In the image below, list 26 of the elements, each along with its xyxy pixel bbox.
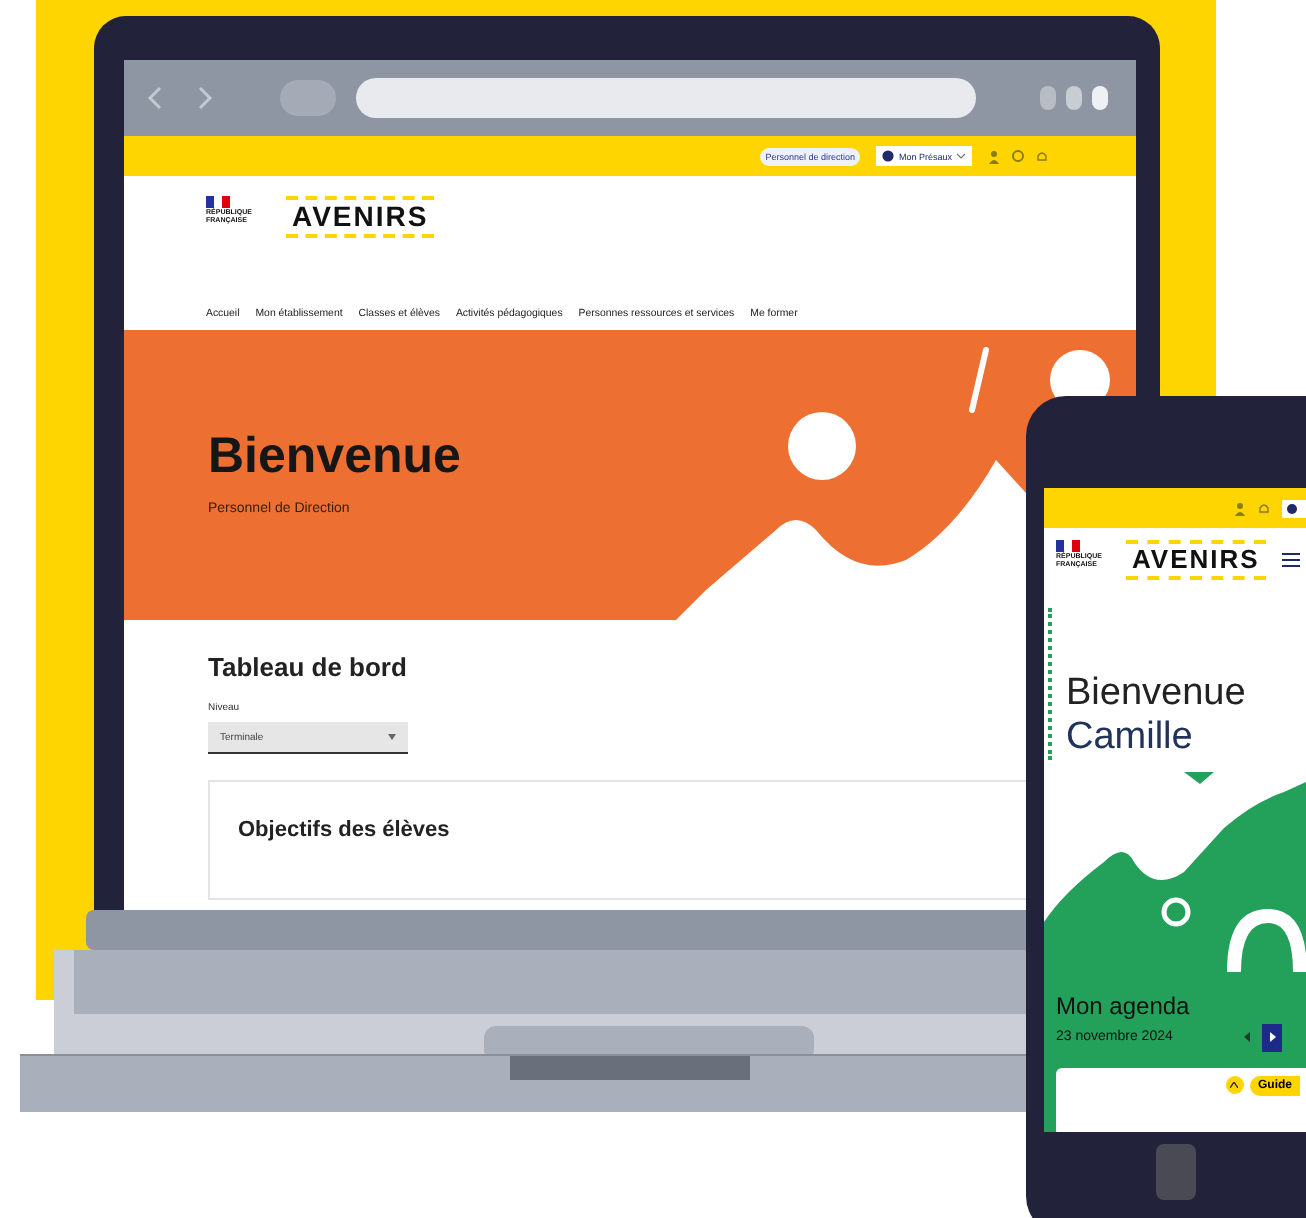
chevron-up-icon <box>1230 1081 1239 1088</box>
user-icon <box>882 150 895 162</box>
back-forward-icon[interactable] <box>144 84 216 112</box>
dashboard-title: Tableau de bord <box>208 652 407 682</box>
bell-icon[interactable] <box>1036 149 1048 163</box>
user-icon[interactable] <box>1234 501 1246 515</box>
caret-icon <box>388 734 396 740</box>
next-button[interactable] <box>1262 1023 1283 1052</box>
collapse-button[interactable] <box>1225 1075 1244 1094</box>
bell-icon[interactable] <box>1258 501 1270 515</box>
greeting-text: Bienvenue <box>1066 672 1248 716</box>
greeting-text: Camille <box>1066 715 1195 760</box>
menu-icon[interactable] <box>1282 552 1300 568</box>
home-button[interactable] <box>1156 1144 1196 1200</box>
brand-logo[interactable]: AVENIRS <box>1126 540 1266 581</box>
card-title: Objectifs des élèves <box>238 818 452 842</box>
flag-icon <box>206 196 230 208</box>
chevron-left-icon[interactable] <box>1244 1032 1251 1043</box>
agenda-title: Mon agenda <box>1056 991 1192 1020</box>
user-menu-icon[interactable] <box>1282 499 1306 517</box>
brand-logo[interactable]: AVENIRS <box>286 196 435 239</box>
user-icon[interactable] <box>988 149 1000 163</box>
flag-icon <box>1056 540 1080 552</box>
chevron-right-icon <box>1269 1032 1276 1043</box>
hero-title: Bienvenue <box>208 428 463 486</box>
caret-icon <box>956 152 966 160</box>
